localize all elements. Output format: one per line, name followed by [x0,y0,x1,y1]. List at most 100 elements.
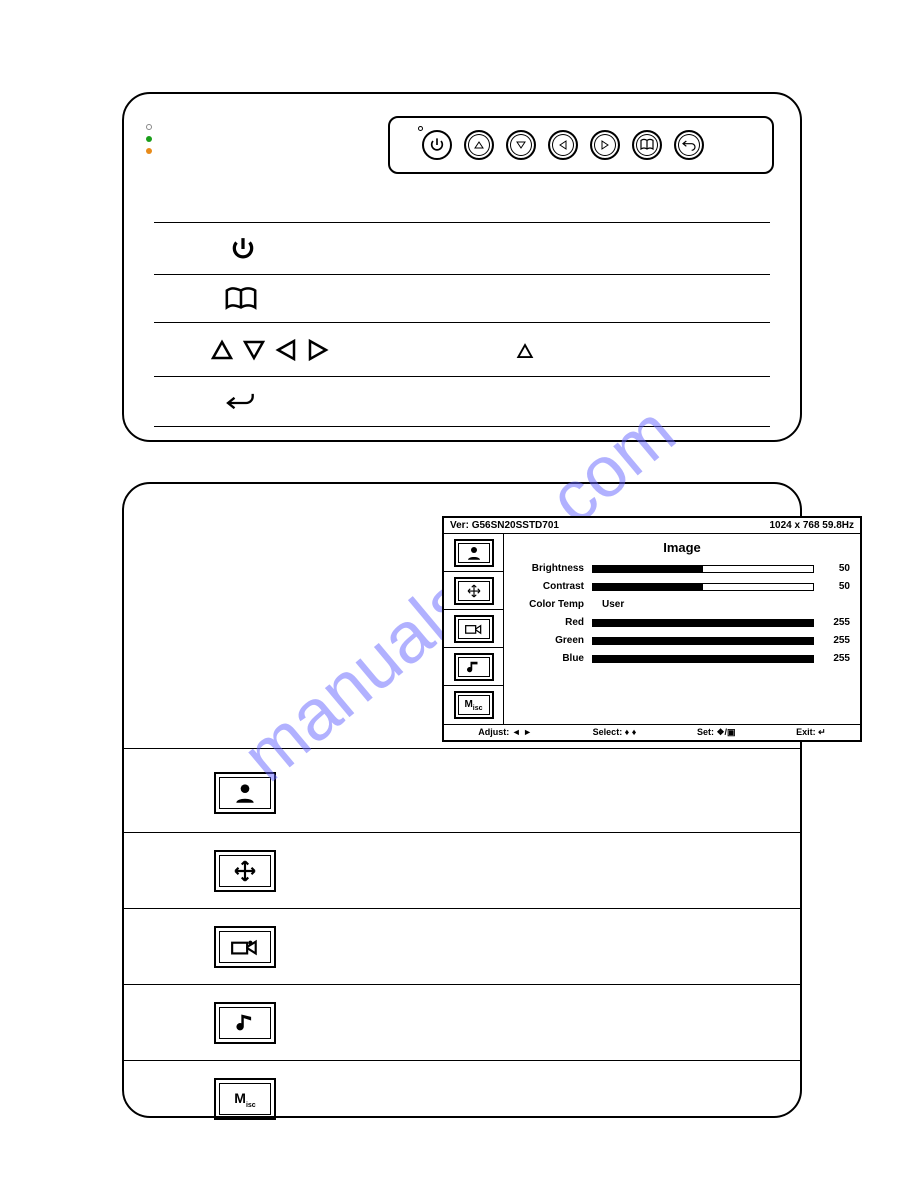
osd-footer: Adjust: ◄ ► Select: ♦ ♦ Set: ❖/▣ Exit: ↵ [444,724,860,740]
osd-row-blue: Blue 255 [514,653,850,664]
chevron-right-icon [599,139,611,151]
chevron-left-icon [557,139,569,151]
tab-image[interactable] [454,539,494,567]
osd-row-colortemp: Color Temp User [514,599,850,610]
right-button[interactable] [590,130,620,160]
def-image [214,772,276,814]
return-icon [681,137,697,153]
foot-adjust: Adjust: ◄ ► [478,727,532,738]
label: Green [514,635,584,646]
value: 255 [822,653,850,664]
divider [124,748,800,749]
foot-exit: Exit: ↵ [796,727,826,738]
move-icon [465,584,483,598]
geometry-icon-box [214,850,276,892]
misc-icon-box: Misc [214,1078,276,1120]
tab-video[interactable] [454,615,494,643]
chevron-up-icon [516,342,534,360]
osd-row-contrast: Contrast 50 [514,581,850,592]
button-strip [388,116,774,174]
led-warn-icon [146,148,152,154]
chevron-up-icon [473,139,485,151]
image-icon-box [214,772,276,814]
led-standby-icon [146,124,152,130]
osd-version: Ver: G56SN20SSTD701 [450,520,559,531]
osd-resolution: 1024 x 768 59.8Hz [769,520,854,531]
label: Blue [514,653,584,664]
foot-select: Select: ♦ ♦ [593,727,637,738]
divider [124,908,800,909]
led-power-icon [146,136,152,142]
osd-content: Image Brightness 50 Contrast 50 Color Te… [504,534,860,724]
osd-window: Ver: G56SN20SSTD701 1024 x 768 59.8Hz Mi… [442,516,862,742]
label: Brightness [514,563,584,574]
book-icon [224,286,258,312]
move-icon [232,860,258,882]
divider [124,832,800,833]
label: Contrast [514,581,584,592]
controls-panel [122,92,802,442]
divider [124,1060,800,1061]
book-icon [639,137,655,153]
def-audio [214,1002,276,1044]
osd-row-brightness: Brightness 50 [514,563,850,574]
left-button[interactable] [548,130,578,160]
down-button[interactable] [506,130,536,160]
camera-icon [230,937,260,957]
value: 50 [822,581,850,592]
person-icon [232,783,258,803]
osd-panel: Ver: G56SN20SSTD701 1024 x 768 59.8Hz Mi… [122,482,802,1118]
misc-label: Misc [234,1090,255,1109]
misc-label: Misc [464,699,482,712]
row-menu [224,286,258,312]
status-leds [146,124,152,160]
osd-title: Image [514,540,850,555]
def-geometry [214,850,276,892]
value: 255 [822,635,850,646]
power-button[interactable] [422,130,452,160]
menu-button[interactable] [632,130,662,160]
chevron-right-icon [306,338,330,362]
slider[interactable] [592,565,814,573]
audio-icon-box [214,1002,276,1044]
tab-misc[interactable]: Misc [454,691,494,719]
tab-geometry[interactable] [454,577,494,605]
osd-row-green: Green 255 [514,635,850,646]
row-power [230,236,256,262]
value: 255 [822,617,850,628]
camera-icon [464,622,484,636]
row-arrows [210,338,330,362]
slider[interactable] [592,655,814,663]
chevron-up-icon [210,338,234,362]
video-icon-box [214,926,276,968]
chevron-down-icon [242,338,266,362]
return-icon [224,390,258,416]
power-icon [429,137,445,153]
value: User [592,599,814,610]
up-button[interactable] [464,130,494,160]
note-icon [235,1012,255,1034]
slider[interactable] [592,619,814,627]
led-dot-icon [418,126,423,131]
divider [154,322,770,323]
divider [154,222,770,223]
value: 50 [822,563,850,574]
divider [154,426,770,427]
osd-tabs: Misc [444,534,504,724]
divider [154,376,770,377]
tab-audio[interactable] [454,653,494,681]
return-button[interactable] [674,130,704,160]
slider[interactable] [592,583,814,591]
row-arrow-single [516,342,534,360]
person-icon [465,546,483,560]
divider [124,984,800,985]
def-video [214,926,276,968]
divider [154,274,770,275]
row-return [224,390,258,416]
label: Color Temp [514,599,584,610]
def-misc: Misc [214,1078,276,1120]
chevron-down-icon [515,139,527,151]
slider[interactable] [592,637,814,645]
label: Red [514,617,584,628]
note-icon [467,660,481,674]
